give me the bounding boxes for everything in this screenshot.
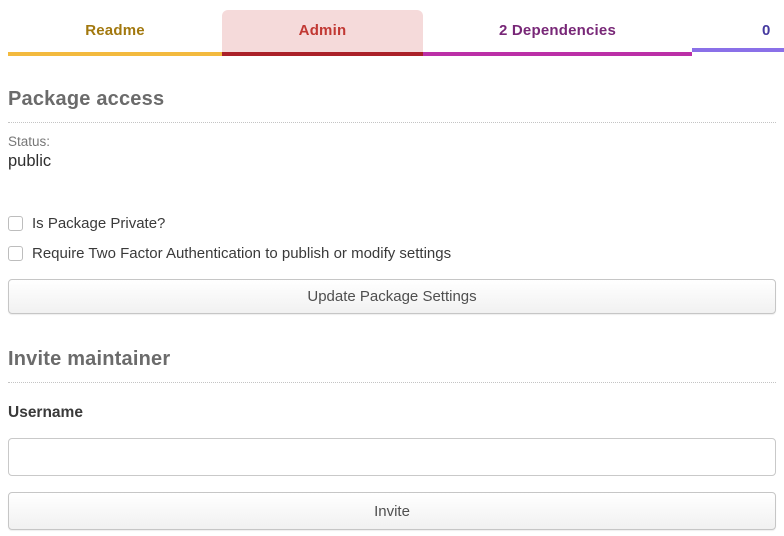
dotted-divider xyxy=(8,122,776,123)
checkbox-row-is-private[interactable]: Is Package Private? xyxy=(8,215,776,232)
invite-button[interactable]: Invite xyxy=(8,492,776,530)
tab-dependents-count[interactable]: 0 xyxy=(692,10,784,52)
tab-readme[interactable]: Readme xyxy=(8,10,222,56)
package-access-title: Package access xyxy=(8,88,776,111)
checkbox-row-require-2fa[interactable]: Require Two Factor Authentication to pub… xyxy=(8,245,776,262)
invite-maintainer-title: Invite maintainer xyxy=(8,348,776,371)
update-package-settings-button[interactable]: Update Package Settings xyxy=(8,279,776,314)
dotted-divider xyxy=(8,382,776,383)
is-package-private-checkbox[interactable] xyxy=(8,216,23,231)
tab-list: Readme Admin 2 Dependencies 0 xyxy=(8,10,784,56)
tab-bar: Readme Admin 2 Dependencies 0 xyxy=(0,0,784,56)
admin-panel: Package access Status: public Is Package… xyxy=(0,88,784,530)
package-settings-form: Is Package Private? Require Two Factor A… xyxy=(8,215,776,314)
is-package-private-label: Is Package Private? xyxy=(32,215,165,232)
tab-admin[interactable]: Admin xyxy=(222,10,423,56)
status-label: Status: xyxy=(8,134,776,149)
require-2fa-label: Require Two Factor Authentication to pub… xyxy=(32,245,451,262)
require-2fa-checkbox[interactable] xyxy=(8,246,23,261)
username-input[interactable] xyxy=(8,438,776,476)
tab-dependencies[interactable]: 2 Dependencies xyxy=(423,10,692,56)
status-value: public xyxy=(8,152,776,171)
username-label: Username xyxy=(8,404,776,422)
